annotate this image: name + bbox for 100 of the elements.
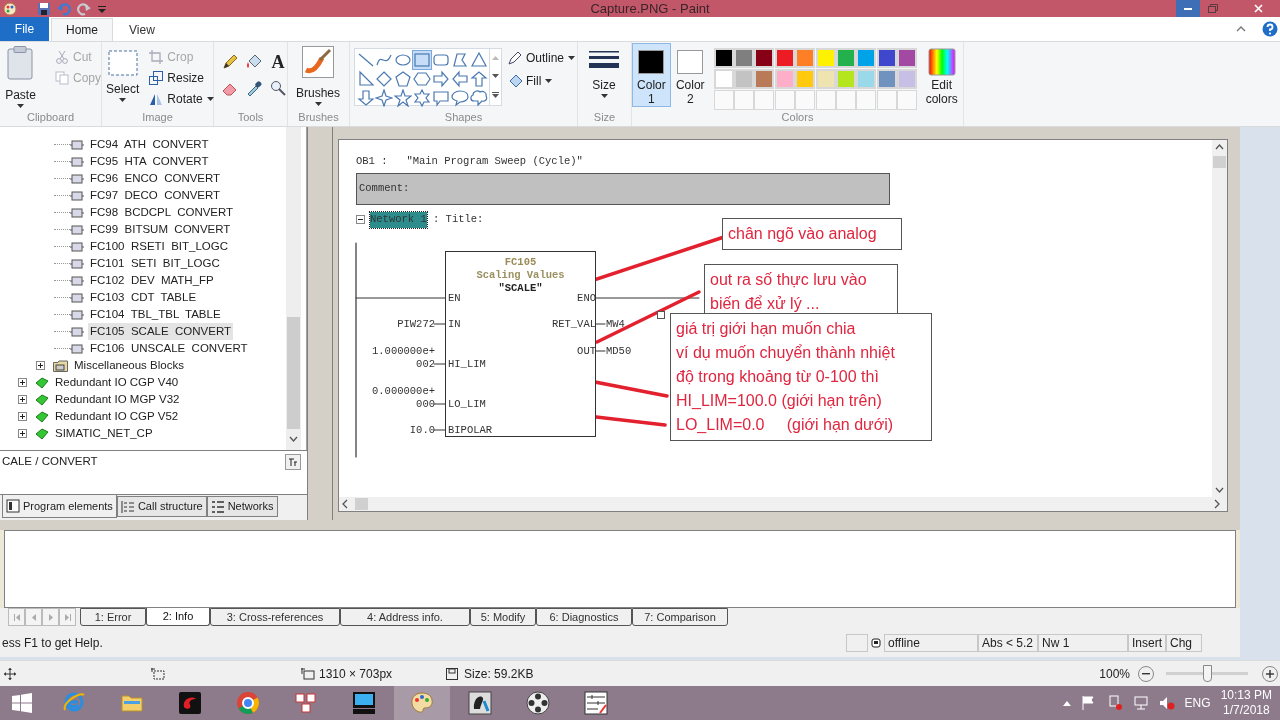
color-swatch[interactable]	[815, 48, 836, 68]
expand-icon[interactable]	[18, 395, 27, 404]
color-swatch[interactable]	[774, 69, 795, 89]
customize-caret-icon[interactable]	[97, 3, 107, 14]
magnifier-icon[interactable]	[270, 80, 286, 96]
next-tab-button[interactable]	[42, 608, 59, 626]
speaker-muted-icon[interactable]	[1158, 695, 1175, 711]
select-button[interactable]: Select	[106, 42, 140, 110]
tree-item[interactable]: FC104 TBL_TBL TABLE	[88, 305, 223, 324]
fill-button[interactable]: Fill	[508, 70, 576, 91]
panel-tab[interactable]: Networks	[206, 496, 278, 517]
oval-callout-icon[interactable]	[450, 88, 469, 107]
output-tab[interactable]: 1: Error	[80, 608, 146, 626]
tree-item[interactable]: FC106 UNSCALE CONVERT	[88, 339, 250, 358]
help-icon[interactable]	[1262, 20, 1278, 37]
text-tool-button[interactable]: A	[270, 54, 286, 70]
language-indicator[interactable]: ENG	[1184, 694, 1211, 712]
color-selector[interactable]: Color 2	[670, 43, 710, 107]
color-swatch[interactable]	[896, 69, 917, 89]
pentagon-icon[interactable]	[394, 69, 413, 88]
file-menu-button[interactable]: File	[0, 16, 49, 41]
rectangle-icon[interactable]	[413, 50, 432, 69]
edit-colors-button[interactable]: Edit colors	[920, 42, 963, 110]
tree-item[interactable]: FC96 ENCO CONVERT	[88, 169, 223, 188]
color-swatch[interactable]	[856, 48, 877, 68]
pencil-icon[interactable]	[222, 54, 238, 70]
last-tab-button[interactable]	[59, 608, 76, 626]
tree-item[interactable]: FC102 DEV MATH_FP	[88, 271, 216, 290]
scrollbar[interactable]	[286, 127, 301, 450]
ribbon-tab[interactable]: Home	[51, 18, 113, 41]
polygon-icon[interactable]	[450, 50, 469, 69]
output-tab[interactable]: 6: Diagnostics	[536, 608, 632, 626]
comment-field[interactable]: Comment:	[356, 173, 890, 205]
color-swatch[interactable]	[795, 48, 816, 68]
color-swatch[interactable]	[754, 48, 775, 68]
slider-thumb[interactable]	[1203, 665, 1212, 682]
outline-button[interactable]: Outline	[508, 47, 576, 68]
ribbon-tab[interactable]: View	[115, 18, 169, 41]
collapse-ribbon-icon[interactable]	[1236, 25, 1246, 32]
tree-item[interactable]: FC97 DECO CONVERT	[88, 186, 223, 205]
color-swatch[interactable]	[713, 69, 734, 89]
color-swatch[interactable]	[795, 69, 816, 89]
tree-item[interactable]: Redundant IO MGP V32	[53, 390, 182, 409]
scrollbar[interactable]	[1212, 140, 1227, 497]
scroll-down-icon[interactable]	[492, 74, 499, 78]
tree-item[interactable]: Redundant IO CGP V52	[53, 407, 181, 426]
windows-icon[interactable]	[12, 693, 32, 713]
collapse-icon[interactable]	[356, 215, 365, 224]
right-triangle-icon[interactable]	[356, 69, 375, 88]
output-tab[interactable]: 4: Address info.	[340, 608, 470, 626]
expand-icon[interactable]	[18, 429, 27, 438]
down-arrow-icon[interactable]	[356, 88, 375, 107]
brushes-button[interactable]: Brushes	[288, 42, 348, 110]
save-icon[interactable]	[37, 1, 51, 16]
tree-item[interactable]: FC101 SETI BIT_LOGC	[88, 254, 222, 273]
output-tab[interactable]: 5: Modify	[470, 608, 536, 626]
first-tab-button[interactable]	[8, 608, 25, 626]
cloud-callout-icon[interactable]	[469, 88, 488, 107]
clock-date[interactable]: 1/7/2018	[1222, 703, 1270, 718]
color-swatch[interactable]	[754, 69, 775, 89]
color-swatch[interactable]	[734, 69, 755, 89]
color-swatch[interactable]	[856, 69, 877, 89]
output-tab[interactable]: 2: Info	[146, 608, 210, 626]
up-arrow-icon[interactable]	[469, 69, 488, 88]
six-point-star-icon[interactable]	[413, 88, 432, 107]
color-swatch[interactable]	[815, 69, 836, 89]
color-swatch[interactable]	[734, 48, 755, 68]
tree-item[interactable]: FC98 BCDCPL CONVERT	[88, 203, 236, 222]
color-swatch[interactable]	[774, 48, 795, 68]
monitor-icon[interactable]	[1132, 695, 1149, 711]
color-swatch[interactable]	[876, 48, 897, 68]
color-swatch[interactable]	[876, 69, 897, 89]
size-button[interactable]: Size	[578, 42, 630, 110]
expand-icon[interactable]	[36, 361, 45, 370]
pin-button[interactable]	[285, 453, 301, 470]
tree-item[interactable]: FC105 SCALE CONVERT	[88, 322, 234, 341]
speech-bubble-icon[interactable]	[431, 88, 450, 107]
tree-item[interactable]: FC95 HTA CONVERT	[88, 152, 211, 171]
zoom-slider[interactable]	[1166, 665, 1248, 682]
scrollbar-thumb[interactable]	[287, 317, 300, 429]
four-point-star-icon[interactable]	[375, 88, 394, 107]
color-swatch[interactable]	[835, 48, 856, 68]
tree-item[interactable]: SIMATIC_NET_CP	[53, 424, 155, 443]
expand-icon[interactable]	[18, 412, 27, 421]
tree-item[interactable]: FC99 BITSUM CONVERT	[88, 220, 233, 239]
splitter-bar[interactable]	[308, 127, 333, 520]
clock-time[interactable]: 10:13 PM	[1220, 688, 1272, 703]
color-selector[interactable]: Color 1	[632, 43, 671, 107]
left-arrow-icon[interactable]	[450, 69, 469, 88]
color-swatch[interactable]	[713, 48, 734, 68]
gallery-expand-icon[interactable]	[492, 92, 499, 98]
scroll-up-icon[interactable]	[492, 56, 499, 60]
scrollbar[interactable]	[339, 497, 1227, 511]
output-tab[interactable]: 7: Comparison	[632, 608, 728, 626]
tree-item[interactable]: FC94 ATH CONVERT	[88, 135, 211, 154]
color-swatch[interactable]	[835, 69, 856, 89]
right-arrow-icon[interactable]	[431, 69, 450, 88]
previous-tab-button[interactable]	[25, 608, 42, 626]
output-tab[interactable]: 3: Cross-references	[210, 608, 340, 626]
tree-item[interactable]: FC103 CDT TABLE	[88, 288, 199, 307]
